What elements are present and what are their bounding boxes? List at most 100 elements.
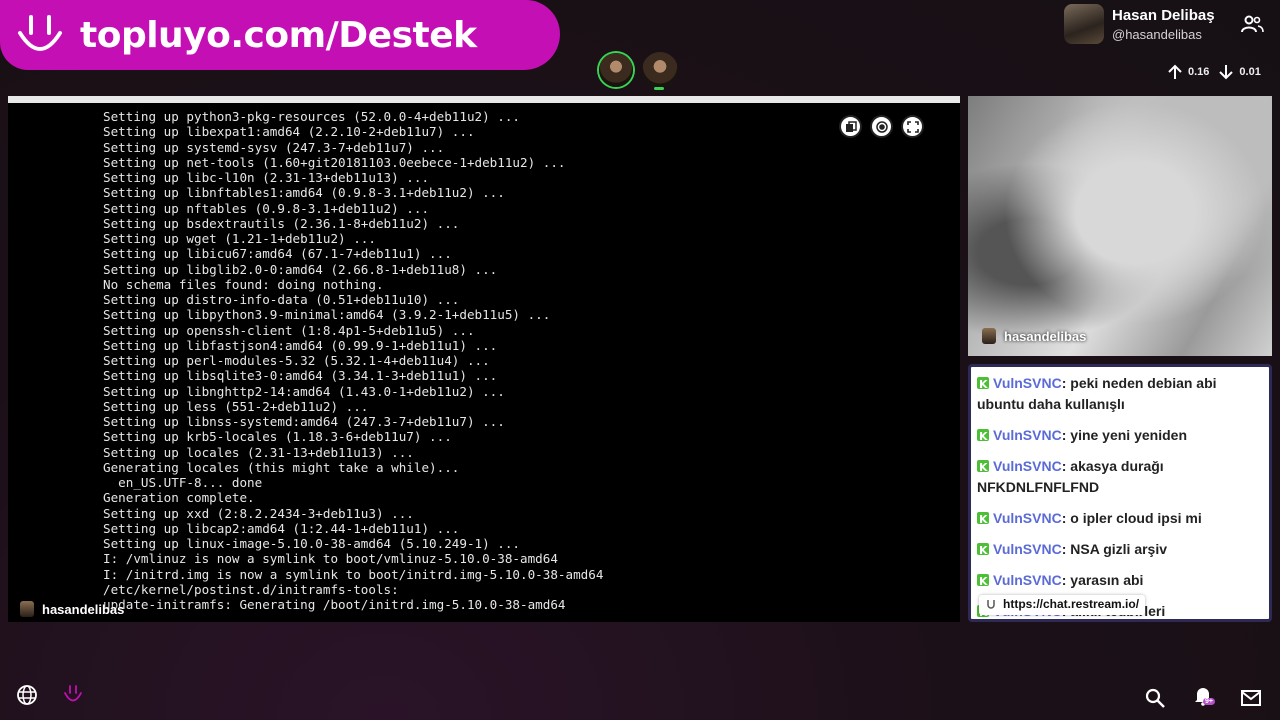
chat-author[interactable]: VulnSVNC [993,541,1062,557]
url-tooltip: https://chat.restream.io/ [979,595,1146,615]
chat-text: yine yeni yeniden [1070,427,1187,443]
notification-badge: 9+ [1203,698,1215,705]
terminal-line: Setting up libnghttp2-14:amd64 (1.43.0-1… [103,383,505,399]
user-name: Hasan Delibaş [1112,6,1215,24]
terminal-line: Setting up libcap2:amd64 (1:2.44-1+deb11… [103,520,460,536]
terminal-line: /etc/kernel/postinst.d/initramfs-tools: [103,581,399,597]
terminal-line: Setting up net-tools (1.60+git20181103.0… [103,154,566,170]
terminal-line: Setting up openssh-client (1:8.4p1-5+deb… [103,322,475,338]
terminal-line: Setting up libglib2.0-0:amd64 (2.66.8-1+… [103,261,498,277]
chat-text: o ipler cloud ipsi mi [1070,510,1202,526]
kick-icon [977,509,989,530]
terminal-line: en_US.UTF-8... done [103,475,263,490]
globe-icon[interactable] [16,684,38,706]
chat-author[interactable]: VulnSVNC [993,458,1062,474]
link-icon [987,600,995,609]
chat-message: VulnSVNC: peki neden debian abi ubuntu d… [971,367,1269,419]
chat-message-list: VulnSVNC: peki neden debian abi ubuntu d… [971,367,1269,619]
chat-message: VulnSVNC: yine yeni yeniden [971,419,1269,450]
user-handle: @hasandelibas [1112,26,1202,42]
upload-rate: 0.16 [1188,66,1210,78]
terminal-line: Setting up libnss-systemd:amd64 (247.3-7… [103,414,505,429]
terminal-line: No schema files found: doing nothing. [103,276,384,292]
terminal-line: Setting up linux-image-5.10.0-38-amd64 (… [103,536,521,551]
kick-icon [977,540,989,561]
chat-message: VulnSVNC: yarasın abi [971,564,1269,595]
topluyo-logo-icon[interactable] [62,684,84,706]
terminal-line: Setting up libpython3.9-minimal:amd64 (3… [103,307,551,323]
terminal-line: Setting up libnftables1:amd64 (0.9.8-3.1… [103,185,505,201]
tooltip-url: https://chat.restream.io/ [1003,597,1140,611]
chat-message: VulnSVNC: akasya durağı NFKDNLFNFLFND [971,450,1269,502]
screen-owner-tag: hasandelibas [20,601,124,617]
terminal-line: update-initramfs: Generating /boot/initr… [103,597,566,612]
chat-author[interactable]: VulnSVNC [993,427,1062,443]
terminal-line: Setting up libc-l10n (2.31-13+deb11u13) … [103,170,430,185]
people-icon[interactable] [1240,14,1264,34]
avatar [1064,4,1104,44]
support-banner[interactable]: topluyo.com/Destek [0,0,560,70]
banner-text: topluyo.com/Destek [80,14,477,56]
network-stats: 0.16 0.01 [1166,63,1269,81]
terminal-line: I: /initrd.img is now a symlink to boot/… [103,566,604,582]
camera-owner-name: hasandelibas [1004,328,1087,344]
bottom-left-bar [16,684,84,706]
kick-icon [977,457,989,478]
pip-button[interactable] [839,115,862,138]
terminal-line: Setting up wget (1.21-1+deb11u2) ... [103,231,376,246]
mail-icon[interactable] [1240,687,1262,709]
terminal-line: Generation complete. [103,490,255,506]
search-icon[interactable] [1144,687,1166,709]
terminal-line: Setting up locales (2.31-13+deb11u13) ..… [103,444,414,460]
owner-avatar [982,328,996,344]
chat-author[interactable]: VulnSVNC [993,510,1062,526]
chat-author[interactable]: VulnSVNC [993,375,1062,391]
screen-share[interactable]: Setting up python3-pkg-resources (52.0.0… [8,96,960,622]
arrow-up-icon [1168,64,1182,79]
terminal-line: Setting up distro-info-data (0.51+deb11u… [103,292,460,307]
kick-icon [977,571,989,592]
terminal-line: Setting up less (551-2+deb11u2) ... [103,398,369,414]
camera-feed[interactable]: hasandelibas [968,96,1272,356]
notifications-button[interactable]: 9+ [1192,684,1215,711]
mic-indicator [654,87,664,90]
participants-bar [598,52,678,90]
chat-text: NSA gizli arşiv [1070,541,1168,557]
terminal-line: Setting up libsqlite3-0:amd64 (3.34.1-3+… [103,368,498,384]
user-card[interactable]: Hasan Delibaş @hasandelibas [1064,4,1215,44]
screen-controls [839,115,924,138]
chat-text: yarasın abi [1070,572,1144,588]
fullscreen-icon [906,120,919,133]
terminal-line: Generating locales (this might take a wh… [103,459,460,475]
terminal-line: Setting up bsdextrautils (2.36.1-8+deb11… [103,215,460,231]
terminal-line: Setting up nftables (0.9.8-3.1+deb11u2) … [103,200,430,216]
terminal-line: Setting up python3-pkg-resources (52.0.0… [103,109,521,124]
bottom-right-bar: 9+ [1144,684,1262,711]
terminal-line: Setting up krb5-locales (1.18.3-6+deb11u… [103,429,452,445]
camera-owner-tag: hasandelibas [982,328,1086,344]
owner-avatar [20,601,34,617]
terminal-line: I: /vmlinuz is now a symlink to boot/vml… [103,551,558,567]
terminal-line: Setting up perl-modules-5.32 (5.32.1-4+d… [103,353,490,368]
download-rate: 0.01 [1239,66,1261,78]
smile-logo-icon [18,15,62,51]
chat-panel[interactable]: VulnSVNC: peki neden debian abi ubuntu d… [968,364,1272,622]
participant-avatar[interactable] [642,52,678,90]
record-button[interactable] [870,115,893,138]
record-icon [875,120,888,133]
terminal-output: Setting up python3-pkg-resources (52.0.0… [103,109,603,612]
chat-message: VulnSVNC: o ipler cloud ipsi mi [971,502,1269,533]
terminal-line: Setting up libfastjson4:amd64 (0.99.9-1+… [103,337,498,353]
terminal-line: Setting up systemd-sysv (247.3-7+deb11u7… [103,139,445,155]
terminal-line: Setting up xxd (2:8.2.2434-3+deb11u3) ..… [103,505,414,521]
arrow-down-icon [1219,65,1234,80]
fullscreen-button[interactable] [901,115,924,138]
copy-icon [845,120,857,132]
chat-message: VulnSVNC: NSA gizli arşiv [971,533,1269,564]
kick-icon [977,374,989,395]
participant-avatar-speaking[interactable] [599,53,633,87]
kick-icon [977,426,989,447]
terminal-line: Setting up libicu67:amd64 (67.1-7+deb11u… [103,246,452,262]
chat-author[interactable]: VulnSVNC [993,572,1062,588]
terminal-line: Setting up libexpat1:amd64 (2.2.10-2+deb… [103,124,475,140]
